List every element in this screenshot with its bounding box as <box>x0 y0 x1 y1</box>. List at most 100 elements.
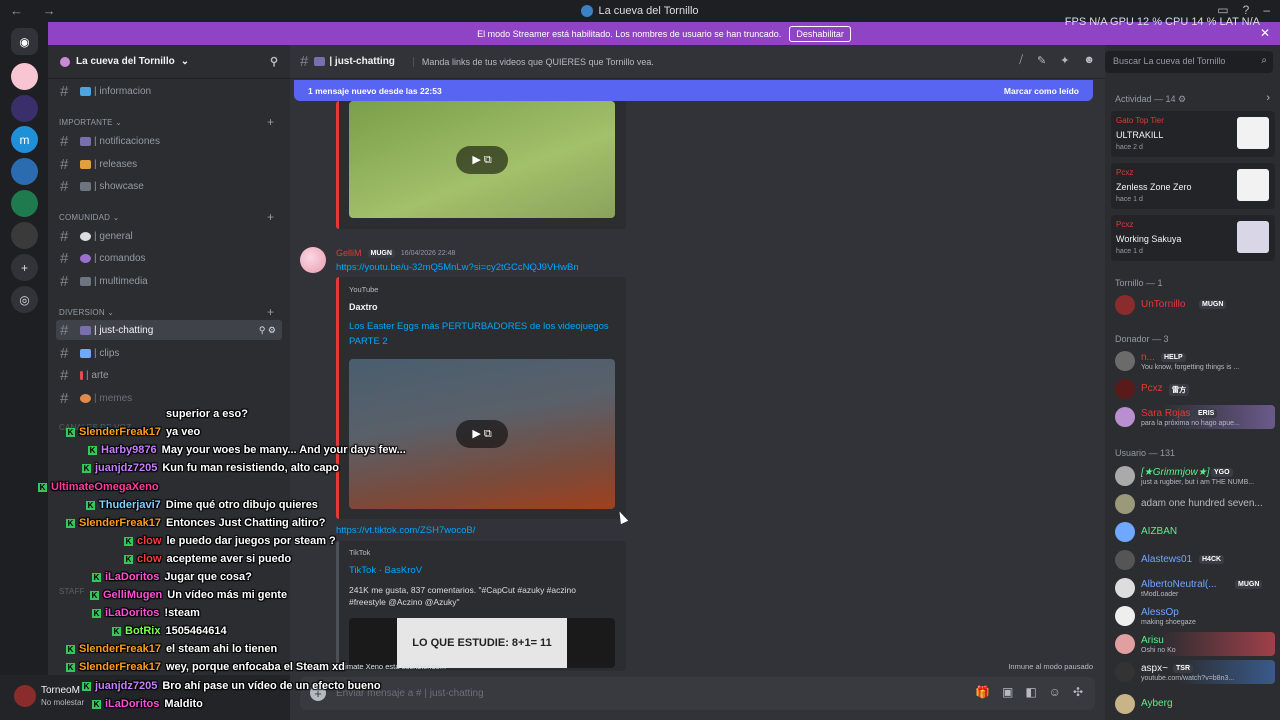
server-header[interactable]: La cueva del Tornillo ⌄ ⚲ <box>48 45 290 79</box>
channel-comandos[interactable]: # | comandos <box>56 248 282 268</box>
channel-general[interactable]: # | general <box>56 226 282 246</box>
inbox-icon[interactable]: ▭ <box>1217 3 1228 17</box>
member-item[interactable]: AlbertoNeutral(... MUGN tModLoader <box>1111 576 1275 600</box>
hash-icon: # <box>60 366 69 384</box>
embed-author[interactable]: Daxtro <box>349 302 378 312</box>
threads-icon[interactable]: ⧸ <box>1019 54 1023 67</box>
author-name[interactable]: GelliM <box>336 248 362 258</box>
disable-streamer-button[interactable]: Deshabilitar <box>789 25 851 42</box>
member-name: AlessOp <box>1141 607 1179 618</box>
server-icon-active[interactable]: m <box>11 126 38 153</box>
sticker-icon[interactable]: ◧ <box>1025 685 1036 699</box>
emoji-icon[interactable]: ☺ <box>1049 685 1061 699</box>
invite-icon[interactable]: ⚲ <box>270 55 278 68</box>
member-item[interactable]: Alastews01 H4CK <box>1111 548 1275 572</box>
perf-overlay: FPS N/A GPU 12 % CPU 14 % LAT N/A <box>1064 16 1260 28</box>
attach-icon[interactable]: + <box>310 685 326 701</box>
channel-emoji-icon <box>80 231 91 241</box>
avatar <box>1115 295 1135 315</box>
member-item[interactable]: adam one hundred seven... <box>1111 492 1275 516</box>
youtube-embed: YouTube Daxtro Los Easter Eggs más PERTU… <box>336 277 626 519</box>
message-link[interactable]: https://vt.tiktok.com/ZSH7wocoB/ <box>336 525 475 536</box>
minimize-button[interactable]: – <box>1263 3 1270 17</box>
avatar[interactable] <box>14 685 36 707</box>
member-item[interactable]: AIZBAN <box>1111 520 1275 544</box>
channel-emoji-icon <box>80 253 91 263</box>
new-messages-bar[interactable]: 1 mensaje nuevo desde las 22:53 Marcar c… <box>294 80 1093 101</box>
member-name: UnTornillo <box>1141 299 1186 310</box>
timestamp: 16/04/2026 22:48 <box>400 249 456 257</box>
add-channel-icon[interactable]: + <box>267 115 274 129</box>
embed-title[interactable]: Los Easter Eggs más PERTURBADORES de los… <box>349 319 609 349</box>
embed-provider: TikTok <box>349 548 371 557</box>
member-item[interactable]: UnTornillo MUGN <box>1111 293 1275 317</box>
channel-label: | arte <box>86 369 109 381</box>
member-item[interactable]: n... HELP You know, forgetting things is .… <box>1111 349 1275 373</box>
channel-settings-icon[interactable]: ⚲ ⚙ <box>259 325 276 336</box>
channel-memes[interactable]: # | memes <box>56 388 282 408</box>
category-staff[interactable]: STAFF <box>59 587 85 596</box>
video-thumbnail[interactable]: LO QUE ESTUDIE: 8+1= 11 <box>349 618 615 668</box>
category-label: DIVERSION <box>59 308 105 317</box>
play-icon[interactable]: ▶ ⧉ <box>456 145 508 174</box>
activity-header-text: Actividad — 14 <box>1115 94 1176 104</box>
activity-card[interactable]: Pcxz Working Sakuya hace 1 d <box>1111 215 1275 261</box>
add-channel-icon[interactable]: + <box>267 305 274 319</box>
embed-title[interactable]: TikTok · BasKroV <box>349 563 609 578</box>
play-icon[interactable]: ▶ ⧉ <box>456 420 508 448</box>
close-icon[interactable]: ✕ <box>1260 26 1270 40</box>
chevron-right-icon[interactable]: › <box>1266 92 1270 104</box>
member-item[interactable]: Sara Rojas ERIS para la próxima no hago ap… <box>1111 405 1275 429</box>
activity-card[interactable]: Pcxz Zenless Zone Zero hace 1 d <box>1111 163 1275 209</box>
server-icon[interactable] <box>11 190 38 217</box>
gift-icon[interactable]: 🎁 <box>975 685 990 699</box>
category-comunidad[interactable]: COMUNIDAD ⌄ + <box>59 210 274 224</box>
channel-label: | general <box>94 230 133 242</box>
channel-notificaciones[interactable]: # | notificaciones <box>56 131 282 151</box>
message-link[interactable]: https://youtu.be/u-32mQ5MnLw?si=cy2tGCcN… <box>336 262 579 273</box>
nav-arrows[interactable]: ← → <box>10 3 64 18</box>
gif-icon[interactable]: ▣ <box>1002 685 1013 699</box>
member-item[interactable]: Ayberg <box>1111 692 1275 716</box>
server-icon[interactable] <box>11 222 38 249</box>
discord-home-icon[interactable]: ◉ <box>11 28 38 55</box>
channel-just-chatting[interactable]: # | just-chatting ⚲ ⚙ <box>56 320 282 340</box>
discover-icon[interactable]: ◎ <box>11 286 38 313</box>
help-icon[interactable]: ? <box>1243 3 1250 17</box>
server-icon[interactable] <box>11 63 38 90</box>
embed-description: 241K me gusta, 837 comentarios. "#CapCut… <box>349 585 576 607</box>
member-item[interactable]: aspx~ TSR youtube.com/watch?v=b8n3... <box>1111 660 1275 684</box>
channel-releases[interactable]: # | releases <box>56 154 282 174</box>
mark-read-button[interactable]: Marcar como leído <box>1004 86 1079 96</box>
category-canales-de-voz[interactable]: CANALES DE VOZ <box>59 423 131 432</box>
members-icon[interactable]: ☻ <box>1083 54 1095 67</box>
chevron-down-icon: ⌄ <box>180 56 190 67</box>
channel-multimedia[interactable]: # | multimedia <box>56 271 282 291</box>
pin-icon[interactable]: ✦ <box>1060 54 1069 67</box>
add-channel-icon[interactable]: + <box>267 210 274 224</box>
category-diversion[interactable]: DIVERSION ⌄ + <box>59 305 274 319</box>
channel-clips[interactable]: # | clips <box>56 343 282 363</box>
member-item[interactable]: [★Grimmjow★] YGO just a rugbier, but i am … <box>1111 464 1275 488</box>
mute-icon[interactable]: ✎ <box>1037 54 1046 67</box>
member-item[interactable]: Arisu Oshi no Ko <box>1111 632 1275 656</box>
channel-label: | just-chatting <box>94 324 154 336</box>
member-item[interactable]: AlessOp making shoegaze <box>1111 604 1275 628</box>
add-server-icon[interactable]: + <box>11 254 38 281</box>
server-icon[interactable] <box>11 158 38 185</box>
channel-informacion[interactable]: # | informacion <box>56 81 282 101</box>
apps-icon[interactable]: ✣ <box>1073 685 1083 699</box>
video-thumbnail[interactable]: ▶ ⧉ <box>349 359 615 509</box>
activity-card[interactable]: Gato Top Tier ULTRAKILL hace 2 d <box>1111 111 1275 157</box>
channel-showcase[interactable]: # | showcase <box>56 176 282 196</box>
search-input[interactable]: Buscar La cueva del Tornillo ⌕ <box>1105 51 1273 73</box>
message-composer[interactable]: + Enviar mensaje a # | just-chatting 🎁 ▣… <box>300 677 1095 710</box>
category-label: COMUNIDAD <box>59 213 111 222</box>
avatar[interactable] <box>300 247 326 273</box>
category-importante[interactable]: IMPORTANTE ⌄ + <box>59 115 274 129</box>
channel-emoji-icon <box>80 370 83 380</box>
server-icon[interactable] <box>11 95 38 122</box>
member-item[interactable]: Pcxz 雷方 <box>1111 377 1275 401</box>
video-thumbnail[interactable]: ▶ ⧉ <box>349 101 615 218</box>
channel-arte[interactable]: # | arte <box>56 365 282 385</box>
